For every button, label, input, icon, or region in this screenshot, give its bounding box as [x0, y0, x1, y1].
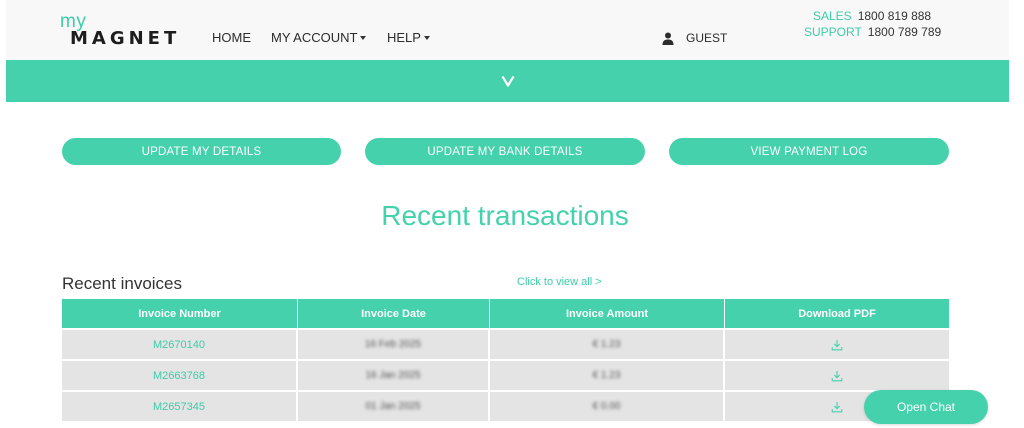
- view-payment-log-label: VIEW PAYMENT LOG: [750, 145, 868, 158]
- chevron-down-icon: [423, 36, 430, 40]
- update-details-button[interactable]: UPDATE MY DETAILS: [62, 138, 341, 165]
- header: my MAGNET HOME MY ACCOUNT HELP GUEST SAL…: [6, 0, 1009, 60]
- invoice-amount: € 0.00: [592, 401, 621, 412]
- invoices-table: Invoice Number Invoice Date Invoice Amou…: [62, 299, 949, 421]
- download-cell: [725, 330, 949, 359]
- nav-home[interactable]: HOME: [212, 30, 251, 45]
- support-contact: SUPPORT 1800 789 789: [804, 25, 941, 39]
- logo-magnet: MAGNET: [70, 28, 181, 49]
- chevron-down-icon: [360, 36, 367, 40]
- table-row: M2663768 16 Jan 2025 € 1.23: [62, 361, 949, 390]
- column-header: Invoice Amount: [490, 299, 725, 328]
- invoice-number-link[interactable]: M2663768: [153, 370, 205, 382]
- sales-contact: SALES 1800 819 888: [813, 9, 931, 23]
- invoice-date-cell: 01 Jan 2025: [298, 392, 490, 421]
- download-cell: [725, 361, 949, 390]
- table-row: M2657345 01 Jan 2025 € 0.00: [62, 392, 949, 421]
- invoice-amount-cell: € 1.23: [490, 361, 725, 390]
- invoice-amount: € 1.23: [592, 370, 621, 381]
- invoice-date-cell: 16 Jan 2025: [298, 361, 490, 390]
- nav-my-account-label: MY ACCOUNT: [271, 30, 358, 45]
- nav-help-label: HELP: [387, 30, 421, 45]
- invoice-date: 16 Jan 2025: [365, 370, 421, 381]
- user-label: GUEST: [686, 31, 728, 45]
- invoice-date: 01 Jan 2025: [365, 401, 421, 412]
- invoice-amount-cell: € 1.23: [490, 330, 725, 359]
- invoice-date: 16 Feb 2025: [364, 339, 422, 350]
- chevron-down-icon: [501, 75, 514, 87]
- user-menu[interactable]: GUEST: [662, 31, 727, 45]
- sales-number[interactable]: 1800 819 888: [858, 9, 931, 23]
- nav-home-label: HOME: [212, 30, 251, 45]
- nav-my-account[interactable]: MY ACCOUNT: [271, 30, 367, 45]
- column-header: Download PDF: [798, 307, 876, 320]
- download-icon[interactable]: [831, 401, 843, 413]
- download-icon[interactable]: [831, 370, 843, 382]
- update-details-label: UPDATE MY DETAILS: [141, 145, 262, 158]
- invoice-number-cell: M2663768: [62, 361, 298, 390]
- invoice-number-cell: M2670140: [62, 330, 298, 359]
- column-header: Invoice Date: [298, 299, 490, 328]
- invoice-number-cell: M2657345: [62, 392, 298, 421]
- open-chat-button[interactable]: Open Chat: [864, 390, 988, 424]
- collapse-banner[interactable]: [6, 60, 1009, 102]
- update-bank-label: UPDATE MY BANK DETAILS: [427, 145, 583, 158]
- table-row: M2670140 16 Feb 2025 € 1.23: [62, 330, 949, 359]
- update-bank-button[interactable]: UPDATE MY BANK DETAILS: [365, 138, 645, 165]
- download-icon[interactable]: [831, 339, 843, 351]
- nav-help[interactable]: HELP: [387, 30, 430, 45]
- support-label: SUPPORT: [804, 25, 862, 39]
- sales-label: SALES: [813, 9, 852, 23]
- user-icon: [662, 32, 674, 45]
- view-payment-log-button[interactable]: VIEW PAYMENT LOG: [669, 138, 949, 165]
- invoice-number-link[interactable]: M2657345: [153, 401, 205, 413]
- view-all-link[interactable]: Click to view all >: [517, 276, 602, 288]
- invoice-date-cell: 16 Feb 2025: [298, 330, 490, 359]
- open-chat-label: Open Chat: [896, 400, 956, 414]
- section-title: Recent transactions: [381, 200, 629, 231]
- invoice-amount-cell: € 0.00: [490, 392, 725, 421]
- table-header: Invoice Number Invoice Date Invoice Amou…: [62, 299, 949, 328]
- invoices-heading: Recent invoices: [62, 274, 183, 293]
- invoice-number-link[interactable]: M2670140: [153, 339, 205, 351]
- column-header: Invoice Number: [62, 299, 298, 328]
- invoice-amount: € 1.23: [592, 339, 621, 350]
- support-number[interactable]: 1800 789 789: [868, 25, 941, 39]
